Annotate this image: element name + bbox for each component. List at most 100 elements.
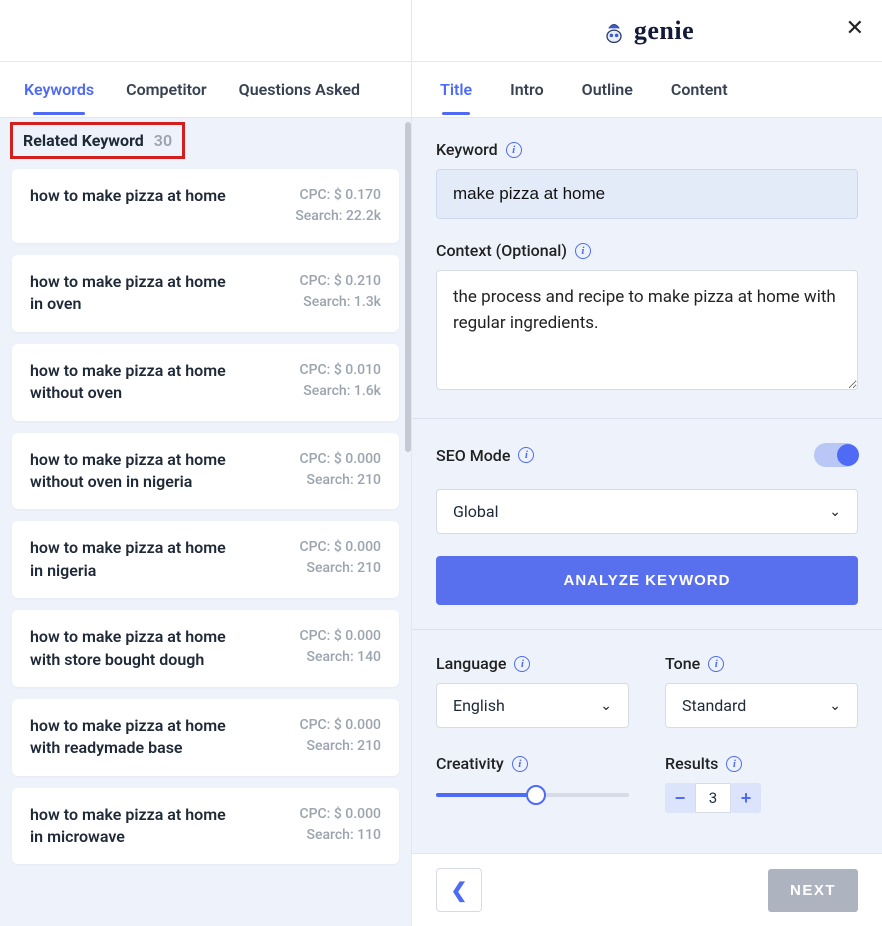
creativity-label-text: Creativity: [436, 754, 504, 773]
keyword-cpc: CPC: $ 0.000: [299, 449, 381, 470]
tab-competitor[interactable]: Competitor: [126, 65, 207, 114]
keyword-search: Search: 110: [299, 825, 381, 846]
keyword-stats: CPC: $ 0.000Search: 110: [299, 804, 381, 846]
creativity-label: Creativity i: [436, 754, 629, 773]
seo-mode-row: SEO Mode i: [436, 443, 858, 467]
keyword-stats: CPC: $ 0.000Search: 210: [299, 537, 381, 579]
genie-icon: [600, 17, 628, 45]
chevron-down-icon: ⌄: [829, 504, 841, 520]
keyword-label: Keyword i: [436, 140, 858, 159]
context-label-text: Context (Optional): [436, 241, 567, 260]
tone-label: Tone i: [665, 654, 858, 673]
keyword-search: Search: 210: [299, 736, 381, 757]
keyword-card[interactable]: how to make pizza at home with readymade…: [12, 699, 399, 776]
keyword-cpc: CPC: $ 0.170: [295, 185, 381, 206]
back-button[interactable]: ❮: [436, 868, 482, 912]
keyword-stats: CPC: $ 0.210Search: 1.3k: [299, 271, 381, 313]
creativity-results-row: Creativity i Results i −: [436, 754, 858, 813]
left-tabs: Keywords Competitor Questions Asked: [0, 62, 411, 118]
keyword-search: Search: 210: [299, 470, 381, 491]
keyword-list: how to make pizza at homeCPC: $ 0.170Sea…: [12, 169, 399, 864]
keyword-card[interactable]: how to make pizza at home without oven CP…: [12, 344, 399, 421]
info-icon[interactable]: i: [708, 656, 724, 672]
info-icon[interactable]: i: [575, 243, 591, 259]
tab-title[interactable]: Title: [440, 65, 472, 114]
keyword-search: Search: 1.3k: [299, 292, 381, 313]
right-body: Keyword i Context (Optional) i SEO Mode …: [412, 118, 882, 853]
tone-select[interactable]: Standard ⌄: [665, 683, 858, 728]
keyword-search: Search: 22.2k: [295, 206, 381, 227]
slider-thumb[interactable]: [526, 785, 546, 805]
logo: genie: [600, 16, 694, 46]
results-increment[interactable]: +: [731, 783, 761, 813]
context-textarea[interactable]: [436, 270, 858, 390]
keyword-card[interactable]: how to make pizza at home CPC: $ 0.170Sea…: [12, 169, 399, 243]
keyword-card[interactable]: how to make pizza at home without oven i…: [12, 433, 399, 510]
close-icon[interactable]: ✕: [846, 18, 864, 40]
tab-intro[interactable]: Intro: [510, 65, 544, 114]
keyword-cpc: CPC: $ 0.000: [299, 537, 381, 558]
language-label: Language i: [436, 654, 629, 673]
keyword-stats: CPC: $ 0.000Search: 140: [299, 626, 381, 668]
results-value[interactable]: 3: [695, 783, 731, 813]
keyword-cpc: CPC: $ 0.000: [299, 715, 381, 736]
info-icon[interactable]: i: [518, 447, 534, 463]
info-icon[interactable]: i: [726, 756, 742, 772]
keyword-text: how to make pizza at home with readymade…: [30, 715, 240, 760]
keyword-text: how to make pizza at home in microwave: [30, 804, 240, 849]
results-stepper: − 3 +: [665, 783, 858, 813]
tab-content[interactable]: Content: [671, 65, 728, 114]
keyword-card[interactable]: how to make pizza at home in nigeria CPC:…: [12, 521, 399, 598]
keyword-stats: CPC: $ 0.010Search: 1.6k: [299, 360, 381, 402]
tone-label-text: Tone: [665, 654, 700, 673]
seo-mode-label-text: SEO Mode: [436, 446, 510, 465]
right-footer: ❮ NEXT: [412, 853, 882, 926]
keyword-search: Search: 210: [299, 558, 381, 579]
keyword-text: how to make pizza at home with store bou…: [30, 626, 240, 671]
seo-mode-label: SEO Mode i: [436, 446, 534, 465]
right-tabs: Title Intro Outline Content: [412, 62, 882, 118]
related-keyword-heading: Related Keyword 30: [10, 122, 185, 159]
tab-questions-asked[interactable]: Questions Asked: [239, 65, 360, 114]
info-icon[interactable]: i: [512, 756, 528, 772]
results-decrement[interactable]: −: [665, 783, 695, 813]
results-label: Results i: [665, 754, 858, 773]
language-select[interactable]: English ⌄: [436, 683, 629, 728]
keyword-search: Search: 1.6k: [299, 381, 381, 402]
tone-value: Standard: [682, 696, 746, 715]
scrollbar[interactable]: [405, 122, 411, 452]
region-select[interactable]: Global ⌄: [436, 489, 858, 534]
tab-outline[interactable]: Outline: [582, 65, 633, 114]
keyword-card[interactable]: how to make pizza at home with store bou…: [12, 610, 399, 687]
language-label-text: Language: [436, 654, 506, 673]
related-keyword-count: 30: [154, 131, 172, 150]
logo-text: genie: [634, 16, 694, 46]
creativity-slider[interactable]: [436, 783, 629, 807]
right-panel: genie ✕ Title Intro Outline Content Keyw…: [412, 0, 882, 926]
keyword-text: how to make pizza at home without oven: [30, 360, 240, 405]
keyword-text: how to make pizza at home: [30, 185, 226, 207]
keyword-text: how to make pizza at home in oven: [30, 271, 240, 316]
toggle-knob: [837, 444, 859, 466]
analyze-keyword-button[interactable]: ANALYZE KEYWORD: [436, 556, 858, 605]
divider: [412, 629, 882, 630]
info-icon[interactable]: i: [514, 656, 530, 672]
slider-fill: [436, 793, 536, 797]
lang-tone-row: Language i English ⌄ Tone i Standard: [436, 654, 858, 728]
info-icon[interactable]: i: [506, 142, 522, 158]
keyword-card[interactable]: how to make pizza at home in oven CPC: $ …: [12, 255, 399, 332]
keyword-text: how to make pizza at home in nigeria: [30, 537, 240, 582]
app-root: Keywords Competitor Questions Asked Rela…: [0, 0, 882, 926]
chevron-down-icon: ⌄: [600, 698, 612, 714]
left-body: Related Keyword 30 how to make pizza at …: [0, 118, 411, 926]
chevron-left-icon: ❮: [451, 878, 468, 902]
tab-keywords[interactable]: Keywords: [24, 65, 94, 114]
keyword-cpc: CPC: $ 0.000: [299, 626, 381, 647]
seo-mode-toggle[interactable]: [814, 443, 858, 467]
keyword-card[interactable]: how to make pizza at home in microwave CP…: [12, 788, 399, 865]
left-header-blank: [0, 0, 411, 62]
divider: [412, 418, 882, 419]
keyword-input[interactable]: [436, 169, 858, 219]
next-button[interactable]: NEXT: [768, 869, 858, 912]
right-header: genie ✕: [412, 0, 882, 62]
